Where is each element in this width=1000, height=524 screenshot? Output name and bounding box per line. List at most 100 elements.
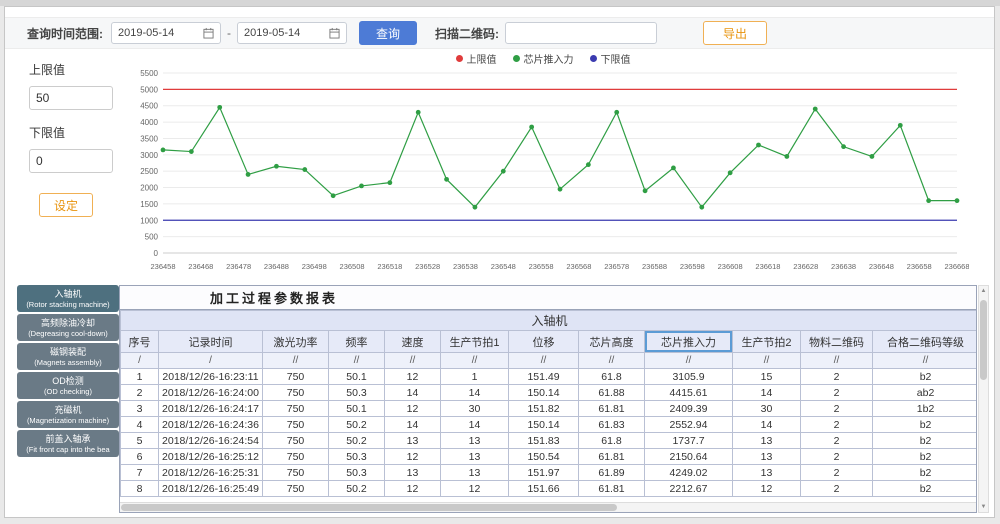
station-button-4[interactable]: OD检测(OD checking) — [17, 372, 119, 399]
svg-text:236638: 236638 — [831, 262, 856, 271]
svg-text:236558: 236558 — [529, 262, 554, 271]
svg-text:236628: 236628 — [793, 262, 818, 271]
station-name-cn: 入轴机 — [54, 289, 81, 300]
table-cell: 13 — [385, 465, 441, 481]
station-button-5[interactable]: 充磁机(Magnetization machine) — [17, 401, 119, 428]
legend-item-3[interactable]: 下限值 — [590, 51, 631, 66]
svg-text:236658: 236658 — [907, 262, 932, 271]
table-cell: 15 — [733, 369, 801, 385]
table-cell: 30 — [733, 401, 801, 417]
table-cell: 151.82 — [509, 401, 579, 417]
legend-item-1[interactable]: 上限值 — [456, 51, 497, 66]
group-header-row: 入轴机 — [121, 311, 978, 331]
export-button[interactable]: 导出 — [703, 21, 767, 45]
table-cell: 61.83 — [579, 417, 645, 433]
table-cell: 13 — [733, 433, 801, 449]
table-cell: 2018/12/26-16:25:31 — [159, 465, 263, 481]
legend-item-2[interactable]: 芯片推入力 — [513, 51, 574, 66]
svg-text:236648: 236648 — [869, 262, 894, 271]
table-cell: 6 — [121, 449, 159, 465]
station-name-en: (Rotor stacking machine) — [26, 300, 109, 309]
column-header-5[interactable]: 速度 — [385, 331, 441, 353]
legend-dot — [456, 55, 463, 62]
column-header-9[interactable]: 芯片推入力 — [645, 331, 733, 353]
station-button-6[interactable]: 前盖入轴承(Fit front cap into the bea — [17, 430, 119, 457]
column-header-10[interactable]: 生产节拍2 — [733, 331, 801, 353]
set-button[interactable]: 设定 — [39, 193, 93, 217]
calendar-icon — [329, 27, 340, 39]
svg-text:236468: 236468 — [188, 262, 213, 271]
vscroll-thumb[interactable] — [980, 300, 987, 380]
upper-limit-input[interactable] — [29, 86, 113, 110]
table-cell: 12 — [385, 481, 441, 497]
table-row-8[interactable]: 82018/12/26-16:25:4975050.21212151.6661.… — [121, 481, 978, 497]
svg-text:236588: 236588 — [642, 262, 667, 271]
column-header-12[interactable]: 合格二维码等级 — [873, 331, 978, 353]
table-cell: 1737.7 — [645, 433, 733, 449]
vertical-scrollbar[interactable]: ▲ ▼ — [978, 285, 989, 513]
query-button[interactable]: 查询 — [359, 21, 417, 45]
legend-dot — [513, 55, 520, 62]
svg-text:1500: 1500 — [140, 200, 158, 209]
table-row-2[interactable]: 22018/12/26-16:24:0075050.31414150.1461.… — [121, 385, 978, 401]
table-cell: 750 — [263, 385, 329, 401]
table-cell: 12 — [385, 401, 441, 417]
table-cell: 14 — [733, 385, 801, 401]
date-to-input[interactable]: 2019-05-14 — [237, 22, 347, 44]
table-cell: b2 — [873, 481, 978, 497]
hscroll-thumb[interactable] — [121, 504, 617, 511]
table-cell: 61.8 — [579, 369, 645, 385]
column-header-8[interactable]: 芯片高度 — [579, 331, 645, 353]
scroll-down-arrow[interactable]: ▼ — [979, 503, 988, 511]
process-chart: 0500100015002000250030003500400045005000… — [117, 67, 969, 281]
svg-text:3000: 3000 — [140, 151, 158, 160]
legend-label: 上限值 — [467, 51, 497, 66]
table-title: 加工过程参数报表 — [120, 286, 976, 310]
svg-text:236548: 236548 — [491, 262, 516, 271]
table-cell: 13 — [441, 449, 509, 465]
svg-text:236538: 236538 — [453, 262, 478, 271]
table-row-6[interactable]: 62018/12/26-16:25:1275050.31213150.5461.… — [121, 449, 978, 465]
column-header-3[interactable]: 激光功率 — [263, 331, 329, 353]
horizontal-scrollbar[interactable] — [120, 502, 976, 512]
column-header-1[interactable]: 序号 — [121, 331, 159, 353]
table-cell: 151.49 — [509, 369, 579, 385]
table-cell: 1 — [121, 369, 159, 385]
table-cell: 8 — [121, 481, 159, 497]
upper-limit-label: 上限值 — [29, 61, 121, 78]
table-cell: 4249.02 — [645, 465, 733, 481]
table-cell: b2 — [873, 449, 978, 465]
column-header-6[interactable]: 生产节拍1 — [441, 331, 509, 353]
svg-text:236668: 236668 — [944, 262, 969, 271]
table-cell: 50.1 — [329, 401, 385, 417]
table-cell: 2409.39 — [645, 401, 733, 417]
table-row-4[interactable]: 42018/12/26-16:24:3675050.21414150.1461.… — [121, 417, 978, 433]
table-cell: 61.81 — [579, 401, 645, 417]
table-row-5[interactable]: 52018/12/26-16:24:5475050.21313151.8361.… — [121, 433, 978, 449]
table-cell: 750 — [263, 401, 329, 417]
station-button-1[interactable]: 入轴机(Rotor stacking machine) — [17, 285, 119, 312]
station-button-3[interactable]: 磁钢装配(Magnets assembly) — [17, 343, 119, 370]
table-cell: 2018/12/26-16:25:12 — [159, 449, 263, 465]
table-cell: 750 — [263, 449, 329, 465]
station-button-2[interactable]: 高频除油冷却(Degreasing cool-down) — [17, 314, 119, 341]
table-row-3[interactable]: 32018/12/26-16:24:1775050.11230151.8261.… — [121, 401, 978, 417]
svg-text:4000: 4000 — [140, 118, 158, 127]
column-header-7[interactable]: 位移 — [509, 331, 579, 353]
table-cell: 2018/12/26-16:24:00 — [159, 385, 263, 401]
svg-text:236598: 236598 — [680, 262, 705, 271]
table-cell: 2 — [801, 481, 873, 497]
table-row-7[interactable]: 72018/12/26-16:25:3175050.31313151.9761.… — [121, 465, 978, 481]
scan-qr-input[interactable] — [505, 22, 657, 44]
table-cell: 50.2 — [329, 433, 385, 449]
table-cell: 2150.64 — [645, 449, 733, 465]
lower-limit-input[interactable] — [29, 149, 113, 173]
table-row-1[interactable]: 12018/12/26-16:23:1175050.1121151.4961.8… — [121, 369, 978, 385]
column-header-2[interactable]: 记录时间 — [159, 331, 263, 353]
date-from-input[interactable]: 2019-05-14 — [111, 22, 221, 44]
scroll-up-arrow[interactable]: ▲ — [979, 287, 988, 295]
column-header-11[interactable]: 物料二维码 — [801, 331, 873, 353]
station-sidebar: 入轴机(Rotor stacking machine)高频除油冷却(Degrea… — [17, 285, 119, 459]
column-header-4[interactable]: 频率 — [329, 331, 385, 353]
table-cell: 13 — [733, 465, 801, 481]
